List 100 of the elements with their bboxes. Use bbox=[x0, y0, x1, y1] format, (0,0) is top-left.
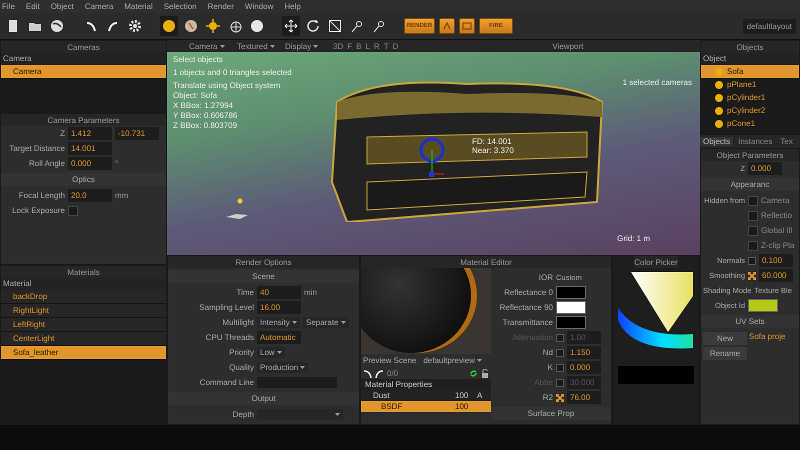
number-field[interactable]: 20.0 bbox=[68, 189, 112, 202]
viewport-info-text: Z BBox: 0.803709 bbox=[173, 121, 238, 131]
view-button[interactable]: D bbox=[392, 42, 398, 50]
checkbox[interactable] bbox=[748, 226, 758, 236]
list-row[interactable]: pCone1 bbox=[701, 117, 799, 130]
checkbox[interactable] bbox=[748, 240, 758, 250]
dropdown[interactable]: Intensity bbox=[257, 317, 300, 328]
section-header: Scene bbox=[168, 270, 359, 283]
number-field[interactable]: 76.00 bbox=[567, 391, 601, 404]
viewport-menu[interactable]: Textured bbox=[237, 42, 277, 50]
dropdown[interactable]: defaultpreview bbox=[420, 355, 486, 366]
dropdown[interactable]: Production bbox=[257, 362, 308, 373]
undo-icon[interactable] bbox=[363, 368, 372, 378]
field-label: Transmittance bbox=[502, 318, 553, 327]
view-button[interactable]: B bbox=[356, 42, 362, 50]
number-field[interactable]: 1.150 bbox=[567, 346, 601, 359]
tree-item[interactable]: Dust 100 A bbox=[361, 390, 491, 401]
field-label: Quality bbox=[228, 363, 254, 372]
window-icon[interactable] bbox=[459, 18, 475, 34]
dropdown[interactable]: Separate bbox=[303, 317, 349, 328]
field-label: K bbox=[546, 363, 553, 372]
checkbox-label: Z-clip Pla bbox=[761, 241, 794, 250]
list-row[interactable]: pCylinder2 bbox=[701, 104, 799, 117]
menu-item[interactable]: Object bbox=[50, 2, 74, 11]
list-row[interactable]: Sofa bbox=[701, 65, 799, 78]
number-field[interactable]: 0.000 bbox=[68, 157, 112, 170]
panel-title: Material Editor bbox=[361, 256, 611, 268]
caret-icon bbox=[292, 321, 298, 324]
camera-item[interactable]: Camera bbox=[1, 65, 166, 79]
key-icon[interactable] bbox=[556, 394, 564, 402]
tab[interactable]: Instances bbox=[735, 137, 776, 146]
menu-item[interactable]: Window bbox=[244, 2, 274, 11]
caret-icon bbox=[313, 44, 318, 48]
move-icon[interactable] bbox=[282, 16, 300, 36]
panel-title: Materials bbox=[1, 266, 166, 278]
number-field[interactable]: 14.001 bbox=[68, 142, 112, 155]
tree-item[interactable]: BSDF 100 bbox=[361, 401, 491, 412]
uv-set-button[interactable]: Rename bbox=[703, 347, 747, 360]
color-swatch[interactable] bbox=[556, 286, 586, 299]
redo-icon[interactable] bbox=[375, 368, 384, 378]
column-header: Object bbox=[701, 53, 799, 65]
panel-title: Render Options bbox=[168, 256, 359, 268]
layout-field[interactable]: defaultlayout bbox=[742, 18, 796, 34]
viewport-menu[interactable]: Camera bbox=[189, 42, 229, 50]
checkbox[interactable] bbox=[748, 196, 758, 206]
list-row[interactable]: backDrop bbox=[1, 290, 166, 304]
list-row[interactable]: RightLight bbox=[1, 304, 166, 318]
uv-set-item[interactable]: Sofa proje bbox=[749, 332, 786, 360]
list-row[interactable]: pCylinder1 bbox=[701, 91, 799, 104]
number-field[interactable]: -10.731 bbox=[115, 127, 159, 140]
menu-item[interactable]: Material bbox=[124, 2, 153, 11]
number-field[interactable]: 16.00 bbox=[257, 301, 301, 314]
menu-item[interactable]: Selection bbox=[164, 2, 197, 11]
tab[interactable]: Tex bbox=[777, 137, 796, 146]
key-icon[interactable] bbox=[748, 272, 756, 280]
tab[interactable]: Objects bbox=[700, 137, 734, 146]
panel-title: Viewport bbox=[552, 42, 584, 50]
view-button[interactable]: F bbox=[347, 42, 352, 50]
view-button[interactable]: R bbox=[374, 42, 380, 50]
caret-icon bbox=[270, 44, 275, 48]
menu-item[interactable]: Render bbox=[208, 2, 234, 11]
menu-item[interactable]: Help bbox=[284, 2, 301, 11]
menu-item[interactable]: File bbox=[2, 2, 15, 11]
lock-icon[interactable] bbox=[481, 368, 489, 378]
number-field[interactable]: 0.000 bbox=[748, 162, 782, 175]
dropdown[interactable]: Low bbox=[257, 347, 285, 358]
menu-item[interactable]: Edit bbox=[26, 2, 40, 11]
color-swatch[interactable] bbox=[748, 299, 778, 312]
checkbox-label: Reflectio bbox=[761, 211, 792, 220]
refresh-icon[interactable] bbox=[469, 368, 478, 378]
viewport-canvas[interactable]: Select objects 1 objects and 0 triangles selected Translate using Object system Object: Sofa X BBox: 1.27994 Y BBox: 0.606786 Z BBox: 0.803709 1 selected cameras Grid: 1 m FD: 14.001 Near: 3.370 bbox=[167, 52, 700, 255]
number-field[interactable]: 0.100 bbox=[759, 254, 793, 267]
color-swatch[interactable] bbox=[556, 316, 586, 329]
field-label: Focal Length bbox=[18, 191, 65, 200]
view-button[interactable]: T bbox=[384, 42, 389, 50]
number-field[interactable]: Automatic bbox=[257, 331, 301, 344]
color-swatch[interactable] bbox=[556, 301, 586, 314]
viewport-info-text: Translate using Object system bbox=[173, 81, 282, 91]
view-button[interactable]: L bbox=[365, 42, 370, 50]
viewport-menu[interactable]: Display bbox=[285, 42, 325, 50]
list-row[interactable]: Sofa_leather bbox=[1, 346, 166, 360]
nodes-icon[interactable] bbox=[439, 18, 455, 34]
unit-label: mm bbox=[115, 191, 128, 200]
list-row[interactable]: LeftRight bbox=[1, 318, 166, 332]
uv-set-button[interactable]: New bbox=[703, 332, 747, 345]
field-label: Priority bbox=[228, 348, 254, 357]
menu-item[interactable]: Camera bbox=[84, 2, 114, 11]
field-label: Time bbox=[236, 288, 254, 297]
number-field[interactable]: 1.412 bbox=[68, 127, 112, 140]
list-row[interactable]: CenterLight bbox=[1, 332, 166, 346]
viewport-info-text: Select objects bbox=[173, 55, 224, 65]
sun-icon[interactable] bbox=[204, 16, 222, 36]
number-field[interactable]: 40 bbox=[257, 286, 301, 299]
checkbox[interactable] bbox=[748, 210, 758, 220]
view-button[interactable]: 3D bbox=[333, 42, 344, 50]
list-row[interactable]: pPlane1 bbox=[701, 78, 799, 91]
number-field[interactable]: 60.000 bbox=[759, 269, 793, 282]
number-field[interactable]: 0.000 bbox=[567, 361, 601, 374]
checkbox[interactable] bbox=[68, 206, 78, 216]
field-label: Multilight bbox=[221, 318, 254, 327]
